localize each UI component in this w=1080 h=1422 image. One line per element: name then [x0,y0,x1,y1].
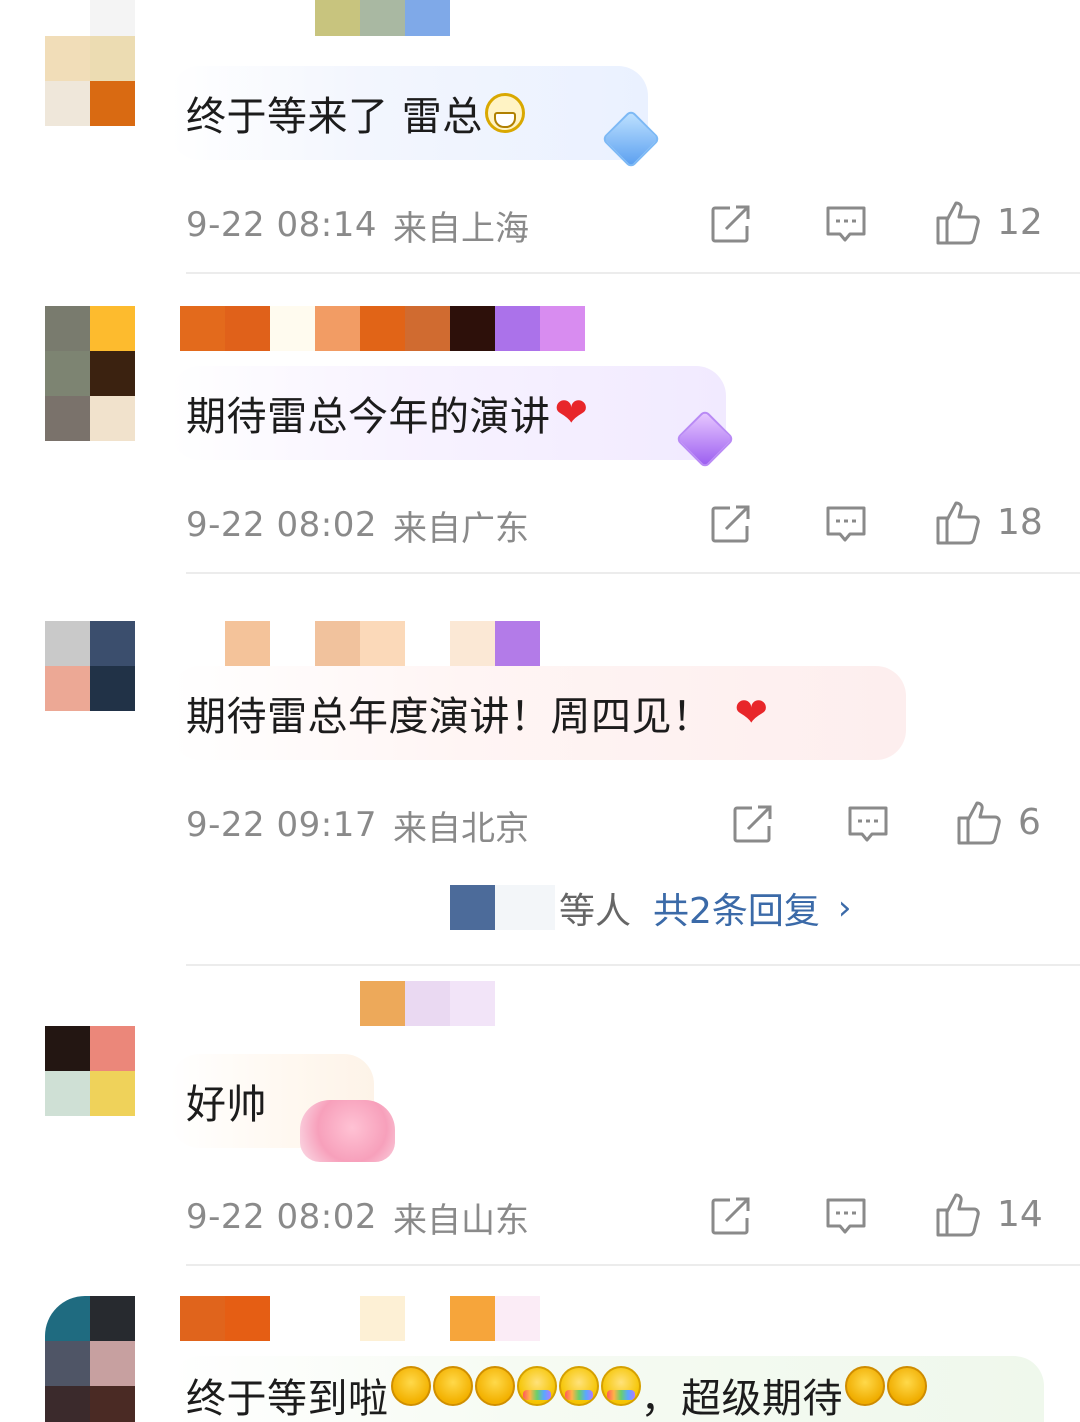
view-replies-link[interactable]: 共2条回复 [653,882,820,934]
comment-text: 终于等到啦 [186,1376,389,1422]
like-count: 12 [997,201,1043,243]
avatar[interactable] [45,1026,135,1116]
comment-bubble[interactable]: 期待雷总今年的演讲 ❤ [170,366,726,460]
replies-summary[interactable]: 等人 共2条回复 › [450,880,852,935]
heart-emoji-icon: ❤ [554,390,589,436]
comment-location: 来自上海 [392,208,529,249]
comment-meta: 9-22 09:17 来自北京 [186,800,529,850]
username-pixelated[interactable] [180,306,585,351]
like-count: 14 [997,1193,1043,1235]
sweat-emoji-icon [887,1366,927,1406]
reply-avatar [450,885,495,930]
laughing-emoji-icon [432,1366,473,1406]
pig-sticker-icon [300,1100,395,1162]
share-button[interactable] [710,204,754,244]
sweat-emoji-icon [845,1366,885,1406]
share-button[interactable] [710,1196,754,1236]
like-button[interactable]: 18 [935,498,1043,546]
comment-text-continued: ，超级期待 [640,1376,843,1422]
like-button[interactable]: 12 [935,198,1043,246]
rainbow-emoji-icon [558,1366,599,1406]
thumbs-up-icon [936,201,980,245]
avatar[interactable] [45,306,135,441]
divider [186,964,1080,966]
avatar[interactable] [45,1296,135,1422]
comment-location: 来自广东 [392,508,529,549]
share-icon [711,1197,750,1235]
comment-location: 来自北京 [392,808,529,849]
thumbs-up-icon [936,501,980,545]
divider [186,1264,1080,1266]
reply-username-pixelated [495,885,555,930]
divider [186,572,1080,574]
comment-location: 来自山东 [392,1200,529,1241]
share-button[interactable] [732,804,776,844]
laughing-emoji-icon [474,1366,515,1406]
avatar[interactable] [45,36,135,126]
comment-icon [826,1198,866,1234]
heart-emoji-icon: ❤ [734,690,769,736]
avatar-top [90,0,135,36]
comment-text: 终于等来了 雷总 [186,94,483,140]
username-pixelated[interactable] [180,621,540,666]
laughing-emoji-icon [390,1366,431,1406]
grin-emoji-icon [484,93,525,133]
thumbs-up-icon [957,801,1001,845]
comment-time: 9-22 08:02 [186,1197,377,1237]
comment-bubble[interactable]: 期待雷总年度演讲！周四见！ ❤ [170,666,906,760]
top-username-fragment [315,0,450,36]
comment-button[interactable] [824,204,868,246]
username-pixelated[interactable] [360,981,495,1026]
comment-icon [848,806,888,842]
avatar[interactable] [45,621,135,711]
comment-time: 9-22 09:17 [186,805,377,845]
comment-text: 期待雷总年度演讲！周四见！ [186,694,713,740]
comment-button[interactable] [824,504,868,546]
comment-button[interactable] [824,1196,868,1238]
like-button[interactable]: 6 [956,798,1041,846]
comment-time: 9-22 08:02 [186,505,377,545]
comment-button[interactable] [846,804,890,846]
comment-icon [826,206,866,242]
comment-time: 9-22 08:14 [186,205,377,245]
username-pixelated[interactable] [180,1296,540,1341]
comment-text: 期待雷总今年的演讲 [186,394,551,440]
comment-meta: 9-22 08:02 来自山东 [186,1192,529,1242]
comment-meta: 9-22 08:14 来自上海 [186,200,529,250]
comment-bubble[interactable]: 终于等到啦 ，超级期待 [170,1356,1044,1422]
chevron-right-icon: › [837,887,852,928]
share-button[interactable] [710,504,754,544]
reply-who: 等人 [559,890,632,932]
rainbow-emoji-icon [516,1366,557,1406]
comment-meta: 9-22 08:02 来自广东 [186,500,529,550]
share-icon [711,205,750,243]
like-button[interactable]: 14 [935,1190,1043,1238]
like-count: 6 [1018,801,1041,843]
comment-bubble[interactable]: 终于等来了 雷总 [170,66,648,160]
share-icon [733,805,772,843]
like-count: 18 [997,501,1043,543]
rainbow-emoji-icon [600,1366,641,1406]
comment-text: 好帅 [186,1082,267,1128]
divider [186,272,1080,274]
share-icon [711,505,750,543]
comment-icon [826,506,866,542]
thumbs-up-icon [936,1193,980,1237]
